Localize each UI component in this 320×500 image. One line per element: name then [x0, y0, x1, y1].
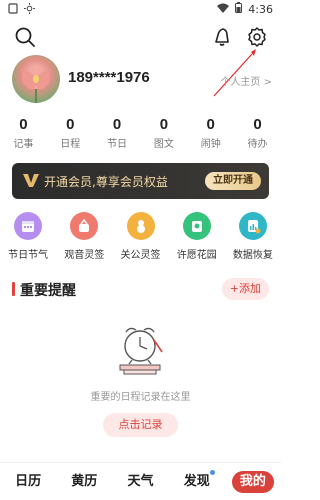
record-button[interactable]: 点击记录 [103, 413, 178, 437]
stat-alarms[interactable]: 0 闹钟 [187, 116, 234, 152]
tab-label: 我的 [231, 471, 274, 493]
stat-count: 0 [19, 116, 28, 133]
stat-label: 待办 [247, 139, 268, 150]
stat-count: 0 [253, 116, 262, 133]
quick-label: 观音灵签 [64, 250, 105, 261]
stat-count: 0 [66, 116, 75, 133]
tab-calendar[interactable]: 日历 [0, 463, 56, 500]
quick-guanyin[interactable]: 观音灵签 [56, 212, 112, 266]
quick-wish-garden[interactable]: 许愿花园 [169, 212, 225, 266]
reminder-header: 重要提醒 +添加 [0, 278, 281, 302]
quick-links: 节日节气 观音灵签 关公灵签 许愿花园 数据恢复 [0, 212, 281, 266]
quick-label: 节日节气 [8, 250, 49, 261]
stat-todos[interactable]: 0 待办 [234, 116, 281, 152]
quick-label: 许愿花园 [176, 250, 217, 261]
quick-guangong[interactable]: 关公灵签 [112, 212, 168, 266]
vip-banner[interactable]: 开通会员,尊享会员权益 立即开通 [12, 163, 269, 199]
section-marker [12, 282, 15, 296]
bottom-tab-bar: 日历 黄历 天气 发现 我的 [0, 462, 281, 500]
reminder-title: 重要提醒 [20, 283, 76, 299]
stat-count: 0 [206, 116, 215, 133]
tab-label: 发现 [183, 474, 210, 489]
calendar-icon [14, 212, 43, 240]
quick-label: 关公灵签 [120, 250, 161, 261]
quick-data-restore[interactable]: 数据恢复 [225, 212, 281, 266]
profile-card[interactable]: 189****1976 个人主页 > [12, 55, 272, 105]
quick-label: 数据恢复 [232, 250, 273, 261]
stat-label: 节日 [107, 139, 128, 150]
vip-text: 开通会员,尊享会员权益 [44, 175, 168, 189]
profile-home-link[interactable]: 个人主页 > [220, 73, 272, 88]
stat-label: 图文 [153, 139, 174, 150]
stat-label: 日程 [60, 139, 81, 150]
stat-images[interactable]: 0 图文 [140, 116, 187, 152]
tab-discover[interactable]: 发现 [169, 463, 225, 500]
tab-label: 天气 [127, 474, 154, 489]
vip-icon [22, 171, 40, 189]
lotus-icon [70, 212, 99, 240]
avatar[interactable] [12, 55, 60, 103]
wish-icon [182, 212, 211, 240]
stat-notes[interactable]: 0 记事 [0, 116, 47, 152]
gourd-icon [126, 212, 155, 240]
stat-label: 记事 [13, 139, 34, 150]
tab-weather[interactable]: 天气 [112, 463, 168, 500]
stat-count: 0 [159, 116, 169, 133]
vip-open-button[interactable]: 立即开通 [205, 172, 261, 190]
empty-state-text: 重要的日程记录在这里 [90, 392, 191, 403]
stat-schedule[interactable]: 0 日程 [47, 116, 94, 152]
tab-label: 黄历 [71, 474, 98, 489]
add-reminder-button[interactable]: +添加 [221, 278, 269, 300]
restore-icon [238, 212, 267, 240]
new-dot-badge [209, 470, 215, 475]
stat-festivals[interactable]: 0 节日 [94, 116, 141, 152]
stat-label: 闹钟 [200, 139, 221, 150]
tab-mine[interactable]: 我的 [225, 463, 281, 500]
alarm-clock-illustration [110, 322, 170, 378]
stats-row: 0 记事 0 日程 0 节日 0 图文 0 闹钟 0 待办 [0, 116, 281, 152]
tab-label: 日历 [15, 474, 42, 489]
user-phone: 189****1976 [68, 69, 150, 86]
quick-festivals[interactable]: 节日节气 [0, 212, 56, 266]
tab-almanac[interactable]: 黄历 [56, 463, 112, 500]
stat-count: 0 [112, 116, 122, 133]
